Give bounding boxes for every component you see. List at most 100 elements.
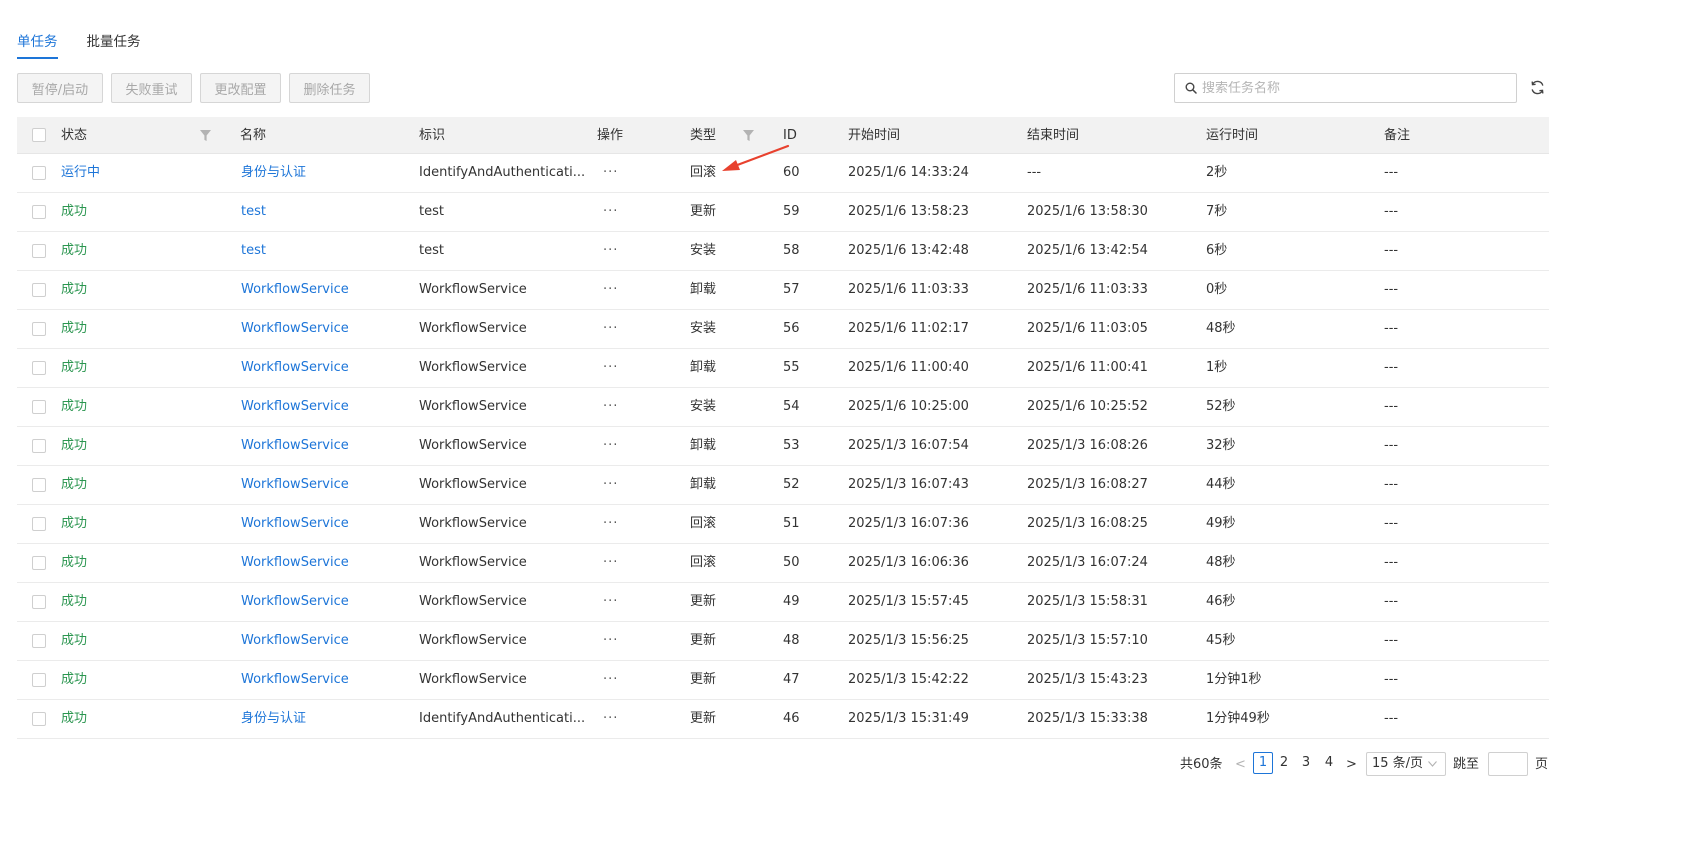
row-run-time: 7秒 [1206,204,1228,219]
table-row: 成功 WorkflowService WorkflowService ··· 更新 48 2… [17,622,1549,661]
row-checkbox[interactable] [32,322,46,336]
row-checkbox[interactable] [32,244,46,258]
next-page-button[interactable]: > [1346,752,1357,777]
row-more-actions-button[interactable]: ··· [603,388,618,426]
row-start-time: 2025/1/6 13:58:23 [848,204,969,219]
row-name-link[interactable]: test [241,193,266,231]
row-id: 47 [783,672,800,687]
row-more-actions-button[interactable]: ··· [603,349,618,387]
row-id: 49 [783,594,800,609]
status-filter-icon[interactable] [200,130,211,141]
page-size-select[interactable]: 15 条/页 [1366,752,1446,776]
row-identifier: WorkflowService [419,477,527,492]
header-remark: 备注 [1384,128,1411,143]
page-2[interactable]: 2 [1274,752,1294,774]
row-identifier: WorkflowService [419,321,527,336]
row-name-link[interactable]: WorkflowService [241,349,349,387]
row-end-time: 2025/1/6 11:03:05 [1027,321,1148,336]
row-end-time: 2025/1/3 15:57:10 [1027,633,1148,648]
row-type: 更新 [690,672,717,687]
row-more-actions-button[interactable]: ··· [603,232,618,270]
row-checkbox[interactable] [32,361,46,375]
row-name-link[interactable]: WorkflowService [241,427,349,465]
page-4[interactable]: 4 [1319,752,1339,774]
row-more-actions-button[interactable]: ··· [603,622,618,660]
row-name-link[interactable]: WorkflowService [241,661,349,699]
row-name-link[interactable]: WorkflowService [241,505,349,543]
tab-batch-task[interactable]: 批量任务 [87,26,141,60]
row-checkbox[interactable] [32,439,46,453]
row-more-actions-button[interactable]: ··· [603,661,618,699]
row-start-time: 2025/1/3 16:06:36 [848,555,969,570]
row-name-link[interactable]: WorkflowService [241,622,349,660]
delete-task-button[interactable]: 删除任务 [289,73,370,103]
row-more-actions-button[interactable]: ··· [603,310,618,348]
page-1[interactable]: 1 [1253,752,1273,774]
row-name-link[interactable]: WorkflowService [241,271,349,309]
row-checkbox[interactable] [32,283,46,297]
row-start-time: 2025/1/6 11:02:17 [848,321,969,336]
search-box[interactable] [1174,73,1517,103]
row-start-time: 2025/1/6 11:00:40 [848,360,969,375]
row-more-actions-button[interactable]: ··· [603,544,618,582]
row-checkbox[interactable] [32,400,46,414]
row-identifier: WorkflowService [419,633,527,648]
row-name-link[interactable]: WorkflowService [241,583,349,621]
row-checkbox[interactable] [32,166,46,180]
row-name-link[interactable]: 身份与认证 [241,154,306,192]
row-checkbox[interactable] [32,556,46,570]
row-name-link[interactable]: WorkflowService [241,544,349,582]
row-checkbox[interactable] [32,517,46,531]
row-checkbox[interactable] [32,634,46,648]
table-row: 成功 test test ··· 安装 58 2025/1/6 13:42:48 2025/1… [17,232,1549,271]
change-config-button[interactable]: 更改配置 [200,73,281,103]
row-checkbox[interactable] [32,673,46,687]
row-name-link[interactable]: 身份与认证 [241,700,306,738]
refresh-icon[interactable] [1529,79,1546,96]
row-more-actions-button[interactable]: ··· [603,154,618,192]
row-more-actions-button[interactable]: ··· [603,466,618,504]
row-identifier: WorkflowService [419,555,527,570]
row-start-time: 2025/1/3 15:31:49 [848,711,969,726]
row-checkbox[interactable] [32,478,46,492]
row-run-time: 49秒 [1206,516,1236,531]
row-run-time: 6秒 [1206,243,1228,258]
row-more-actions-button[interactable]: ··· [603,700,618,738]
page-3[interactable]: 3 [1296,752,1316,774]
header-name: 名称 [240,128,267,143]
row-status: 成功 [61,360,88,375]
row-end-time: 2025/1/6 13:58:30 [1027,204,1148,219]
table-row: 成功 WorkflowService WorkflowService ··· 回滚 51 2… [17,505,1549,544]
row-name-link[interactable]: WorkflowService [241,310,349,348]
row-more-actions-button[interactable]: ··· [603,505,618,543]
row-checkbox[interactable] [32,595,46,609]
row-identifier: test [419,243,444,258]
search-input[interactable] [1202,80,1502,96]
row-checkbox[interactable] [32,712,46,726]
row-id: 52 [783,477,800,492]
row-name-link[interactable]: WorkflowService [241,466,349,504]
row-status: 成功 [61,282,88,297]
jump-page-input[interactable] [1488,752,1528,776]
row-start-time: 2025/1/6 10:25:00 [848,399,969,414]
row-more-actions-button[interactable]: ··· [603,271,618,309]
row-type: 卸载 [690,438,717,453]
tab-single-task[interactable]: 单任务 [17,26,58,60]
pause-start-button[interactable]: 暂停/启动 [17,73,103,103]
row-type: 安装 [690,321,717,336]
header-end-time: 结束时间 [1027,128,1080,143]
row-identifier: WorkflowService [419,438,527,453]
select-all-checkbox[interactable] [32,128,46,142]
retry-failed-button[interactable]: 失败重试 [111,73,192,103]
row-more-actions-button[interactable]: ··· [603,427,618,465]
row-more-actions-button[interactable]: ··· [603,193,618,231]
annotation-arrow [722,144,790,171]
row-remark: --- [1384,477,1399,492]
prev-page-button[interactable]: < [1235,752,1246,777]
row-name-link[interactable]: test [241,232,266,270]
row-end-time: 2025/1/6 11:03:33 [1027,282,1148,297]
row-more-actions-button[interactable]: ··· [603,583,618,621]
row-checkbox[interactable] [32,205,46,219]
row-run-time: 44秒 [1206,477,1236,492]
row-name-link[interactable]: WorkflowService [241,388,349,426]
